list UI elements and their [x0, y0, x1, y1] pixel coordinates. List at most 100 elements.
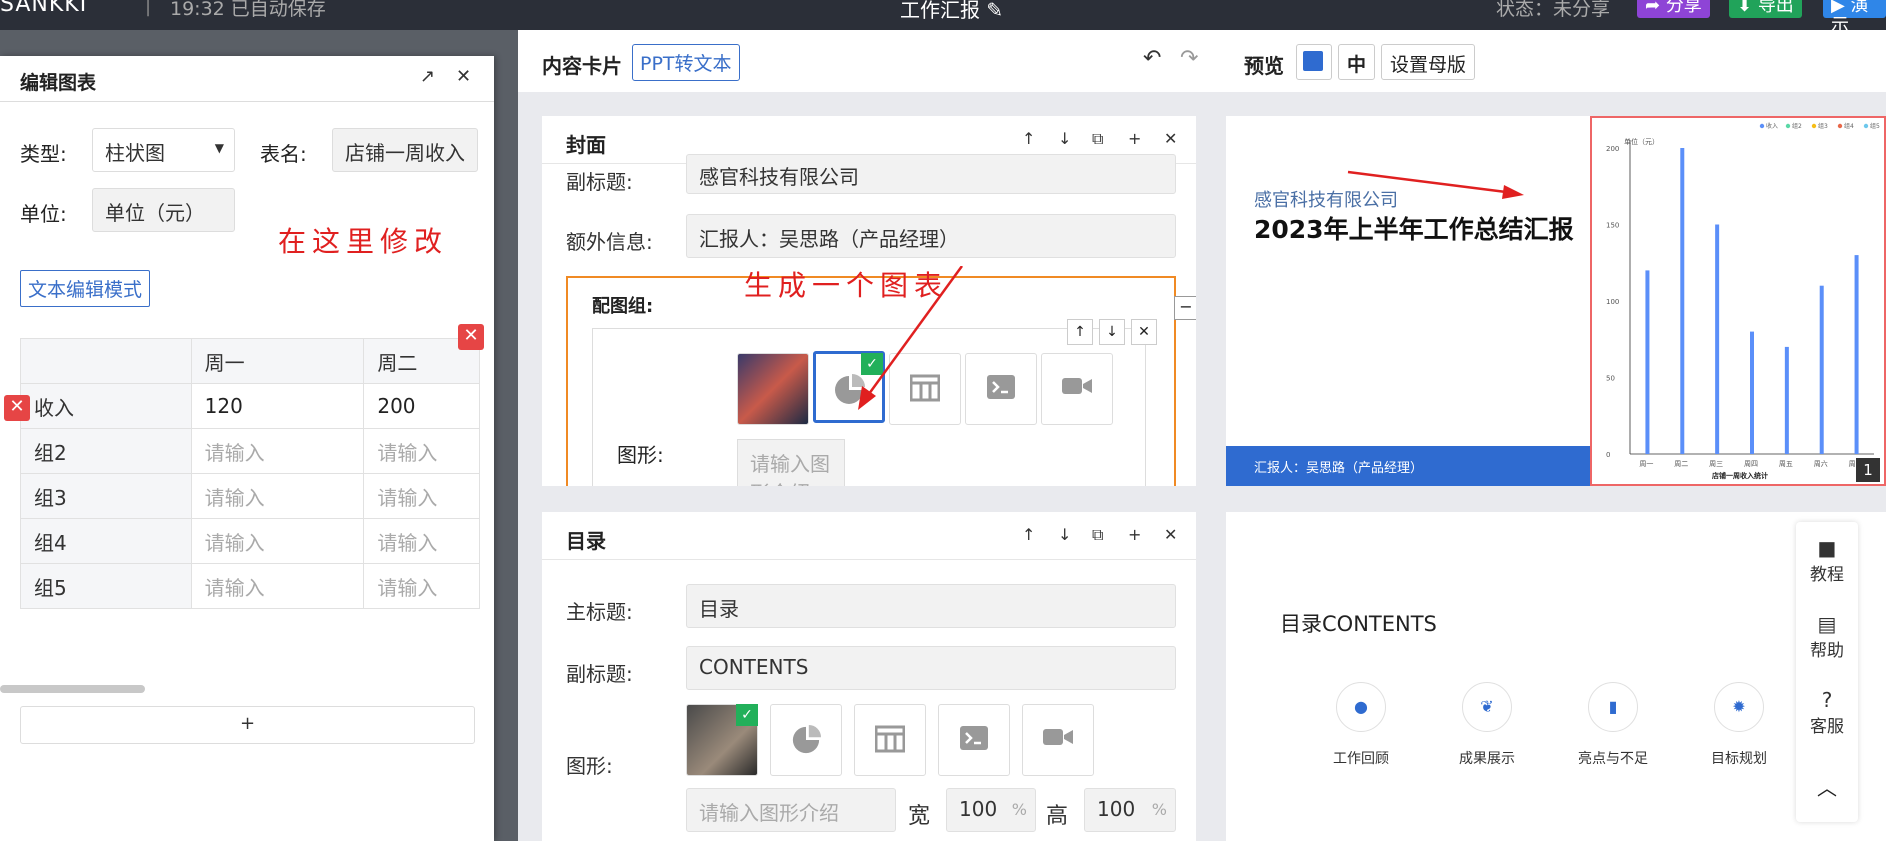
bar-chart: 收入组2组3组4组5单位（元）050100150200周一周二周三周四周五周六周… — [1606, 122, 1880, 480]
video-option[interactable] — [1022, 704, 1094, 776]
image-thumbnail[interactable]: ✓ — [686, 704, 758, 776]
table-name-field[interactable]: 店铺一周收入 — [332, 128, 478, 172]
code-option[interactable] — [938, 704, 1010, 776]
float-menu: ■ 教程 ▤ 帮助 ? 客服 ︿ — [1796, 522, 1858, 822]
toc-item-label: 成果展示 — [1459, 751, 1515, 767]
toc-item-icon: ▮ — [1588, 682, 1638, 732]
close-icon[interactable]: ✕ — [1164, 129, 1177, 148]
bar — [1819, 285, 1824, 454]
delete-row-button[interactable]: ✕ — [4, 395, 30, 421]
y-tick-label: 200 — [1606, 145, 1619, 153]
preview-slide-cover[interactable]: 感官科技有限公司 2023年上半年工作总结汇报 汇报人：吴思路（产品经理） 收入… — [1226, 116, 1886, 486]
table-row: 组5 请输入 请输入 — [20, 563, 480, 609]
subtitle-label: 副标题: — [566, 170, 633, 194]
shape-desc-field[interactable]: 请输入图形介绍 — [737, 439, 845, 486]
close-icon[interactable]: ✕ — [1131, 319, 1157, 345]
main-title-label: 主标题: — [566, 600, 633, 624]
table-row: 组3 请输入 请输入 — [20, 473, 480, 519]
ppt-to-text-button[interactable]: PPT转文本 — [632, 44, 740, 81]
set-master-button[interactable]: 设置母版 — [1381, 44, 1476, 80]
text-edit-mode-button[interactable]: 文本编辑模式 — [20, 270, 151, 307]
width-field[interactable]: 100% — [946, 788, 1036, 832]
move-down-icon[interactable]: ↓ — [1099, 319, 1125, 345]
x-tick-label: 周二 — [1674, 460, 1688, 468]
move-up-icon[interactable]: ↑ — [1067, 319, 1093, 345]
move-down-icon[interactable]: ↓ — [1058, 525, 1071, 544]
share-status: 状态：未分享 — [1496, 0, 1611, 20]
expand-icon[interactable]: ↗ — [420, 66, 435, 87]
image-thumbnail[interactable] — [737, 353, 809, 425]
help-button[interactable]: ▤ 帮助 — [1796, 612, 1858, 661]
height-field[interactable]: 100% — [1084, 788, 1176, 832]
video-option[interactable] — [1041, 353, 1113, 425]
annotation-arrow — [858, 266, 964, 410]
collapse-icon[interactable]: − — [1174, 296, 1196, 320]
chart-type-select[interactable]: 柱状图 ▼ — [92, 128, 235, 172]
copy-icon[interactable]: ⧉ — [1092, 525, 1103, 545]
legend-marker — [1863, 123, 1869, 129]
legend-label: 组2 — [1792, 122, 1802, 130]
delete-column-button[interactable]: ✕ — [458, 324, 484, 350]
bar — [1715, 224, 1720, 454]
present-button[interactable]: ▶ 演示 — [1823, 0, 1886, 36]
legend-marker — [1837, 123, 1843, 129]
data-table: 周一 周二 收入 120 200 组2 请输入 请输入 组3 请输入 请输入 组… — [20, 338, 480, 609]
autosave-status: 19:32 已自动保存 — [170, 0, 326, 20]
move-up-icon[interactable]: ↑ — [1022, 525, 1035, 544]
tutorial-button[interactable]: ■ 教程 — [1796, 536, 1858, 585]
unit-field[interactable]: 单位（元） — [92, 188, 235, 232]
preview-label: 预览 — [1244, 54, 1284, 78]
main-title-field[interactable]: 目录 — [686, 584, 1176, 628]
extra-info-field[interactable]: 汇报人：吴思路（产品经理） — [686, 214, 1176, 258]
y-tick-label: 50 — [1606, 375, 1615, 383]
data-table-viewport: 周一 周二 收入 120 200 组2 请输入 请输入 组3 请输入 请输入 组… — [0, 338, 480, 678]
move-down-icon[interactable]: ↓ — [1058, 129, 1071, 148]
code-option[interactable] — [965, 353, 1037, 425]
export-button[interactable]: ⬇ 导出 — [1729, 0, 1802, 18]
page-number-badge: 1 — [1856, 458, 1880, 482]
image-group-label: 配图组: — [592, 296, 654, 317]
toc-item-label: 目标规划 — [1711, 751, 1767, 767]
preview-slide-toc[interactable]: 目录CONTENTS ● 工作回顾 ❦ 成果展示 ▮ 亮点与不足 ✹ 目标规划 — [1226, 512, 1886, 841]
chevron-down-icon: ▼ — [214, 141, 224, 155]
horizontal-scrollbar[interactable] — [0, 685, 145, 693]
x-tick-label: 周三 — [1709, 460, 1723, 468]
close-icon[interactable]: ✕ — [456, 66, 471, 87]
undo-icon[interactable]: ↶ — [1143, 46, 1161, 71]
pie-chart-option[interactable] — [770, 704, 842, 776]
add-icon[interactable]: + — [1128, 525, 1141, 544]
shape-label: 图形: — [566, 754, 613, 778]
close-icon[interactable]: ✕ — [1164, 525, 1177, 544]
bar — [1750, 331, 1754, 454]
size-mid-button[interactable]: 中 — [1338, 44, 1376, 80]
toc-title: 目录CONTENTS — [1280, 612, 1437, 636]
copy-icon[interactable]: ⧉ — [1092, 129, 1103, 149]
subtitle-field[interactable]: CONTENTS — [686, 646, 1176, 690]
share-button[interactable]: ➦ 分享 — [1637, 0, 1710, 18]
y-tick-label: 0 — [1606, 451, 1610, 459]
panel-header: 编辑图表 ↗ ✕ — [0, 56, 494, 102]
document-title[interactable]: 工作汇报 ✎ — [900, 0, 1003, 23]
add-row-button[interactable]: + — [20, 706, 475, 744]
content-card-label: 内容卡片 — [542, 54, 622, 78]
scroll-top-icon[interactable]: ︿ — [1796, 772, 1858, 801]
doc-icon: ▤ — [1817, 612, 1837, 636]
legend-marker — [1785, 123, 1791, 129]
shape-desc-field[interactable]: 请输入图形介绍 — [686, 788, 896, 832]
support-button[interactable]: ? 客服 — [1796, 688, 1858, 737]
subtitle-label: 副标题: — [566, 662, 633, 686]
shape-label: 图形: — [617, 443, 664, 467]
table-option[interactable] — [854, 704, 926, 776]
toc-item-label: 亮点与不足 — [1578, 751, 1648, 767]
add-icon[interactable]: + — [1128, 129, 1141, 148]
toc-card: 目录 ↑ ↓ ⧉ + ✕ 主标题: 目录 副标题: CONTENTS ✓ 图形:… — [542, 512, 1196, 841]
subtitle-field[interactable]: 感官科技有限公司 — [686, 154, 1176, 194]
extra-info-label: 额外信息: — [566, 230, 653, 254]
toc-item-icon: ● — [1336, 682, 1386, 732]
theme-color-button[interactable] — [1296, 44, 1332, 80]
annotation-arrow — [1347, 170, 1524, 199]
redo-icon[interactable]: ↷ — [1180, 46, 1198, 71]
table-row: 组2 请输入 请输入 — [20, 428, 480, 474]
move-up-icon[interactable]: ↑ — [1022, 129, 1035, 148]
y-axis-label: 单位（元） — [1624, 137, 1659, 146]
